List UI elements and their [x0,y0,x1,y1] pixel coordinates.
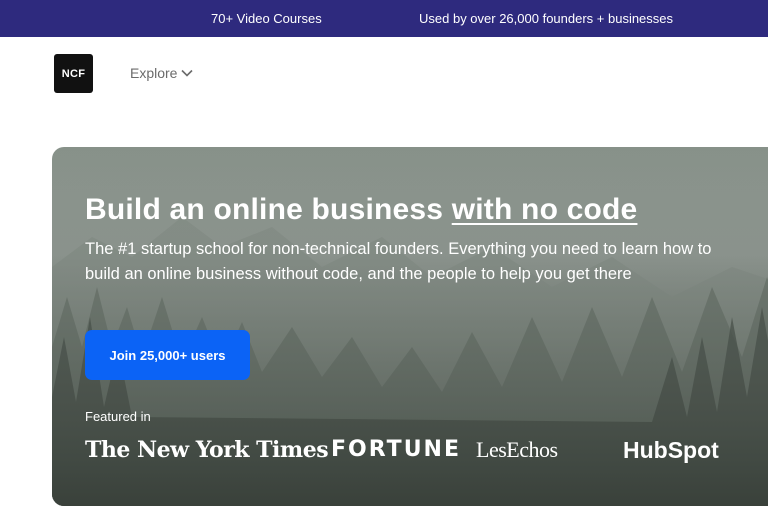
featured-in-label: Featured in [85,409,151,424]
explore-menu[interactable]: Explore [130,65,194,81]
navbar: NCF Explore [0,37,768,110]
explore-label: Explore [130,65,178,81]
hubspot-logo: HubSpot [623,437,719,463]
hero-headline: Build an online business with no code [85,193,637,227]
join-button[interactable]: Join 25,000+ users [85,330,250,380]
announcement-bar: 70+ Video Courses Used by over 26,000 fo… [0,0,768,37]
nyt-logo: The New York Times [85,437,329,463]
ncf-logo[interactable]: NCF [54,54,93,93]
lesechos-logo: LesEchos [476,437,558,462]
fortune-logo: FORTUNE [331,437,461,462]
chevron-down-icon [181,69,194,77]
headline-text: Build an online business [85,193,452,226]
courses-count-text: 70+ Video Courses [211,11,322,26]
headline-emphasis: with no code [451,193,638,226]
hero-subtitle: The #1 startup school for non-technical … [85,240,712,283]
hero-banner: Build an online business with no code Th… [52,147,768,506]
founders-count-text: Used by over 26,000 founders + businesse… [419,11,674,26]
